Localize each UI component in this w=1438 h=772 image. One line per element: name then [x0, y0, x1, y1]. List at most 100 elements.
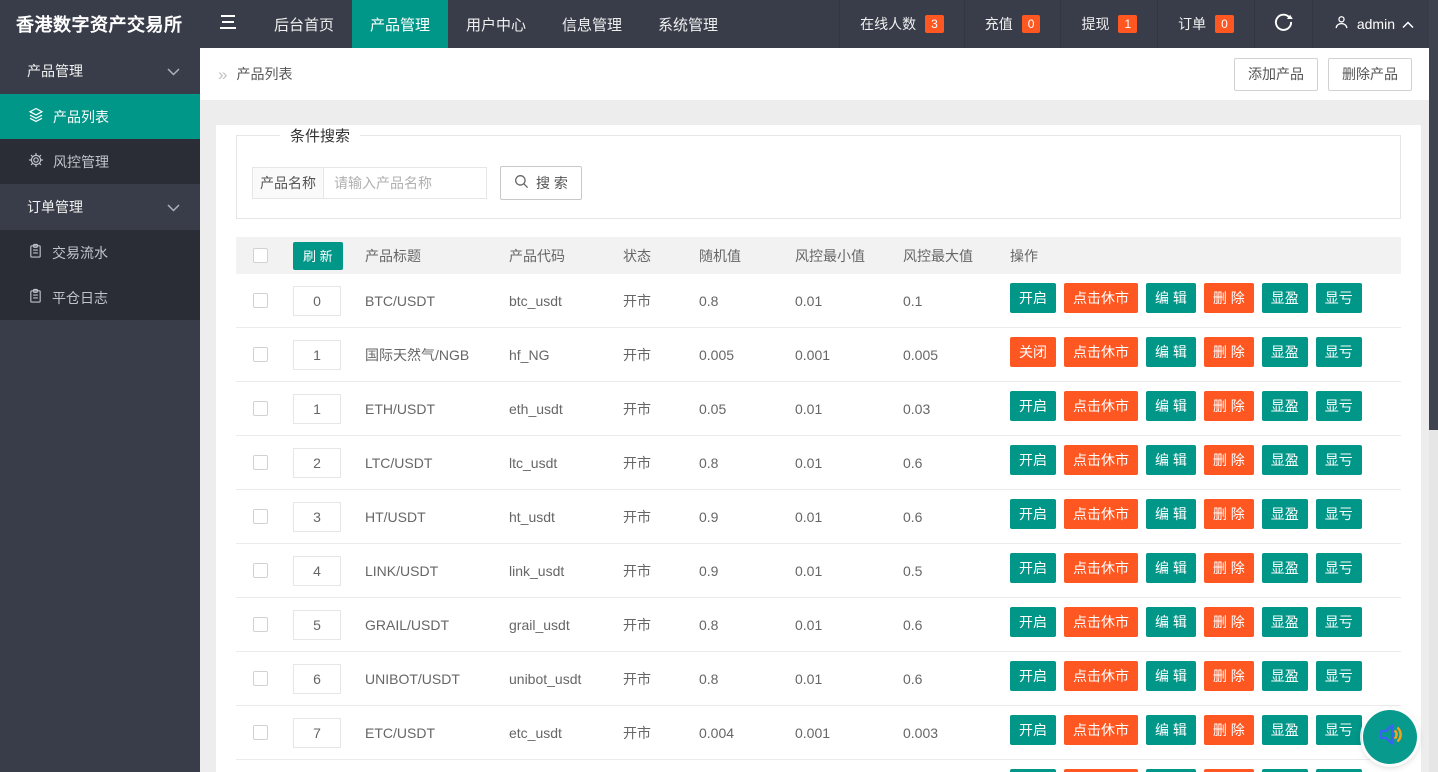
pause-market-button[interactable]: 点击休市 [1064, 607, 1138, 637]
product-name-input[interactable] [324, 167, 487, 199]
show-loss-button[interactable]: 显亏 [1316, 607, 1362, 637]
edit-button[interactable]: 编 辑 [1146, 607, 1196, 637]
delete-button[interactable]: 删 除 [1204, 499, 1254, 529]
row-checkbox[interactable] [253, 293, 268, 308]
show-profit-button[interactable]: 显盈 [1262, 499, 1308, 529]
scrollbar-thumb[interactable] [1429, 0, 1438, 430]
delete-button[interactable]: 删 除 [1204, 445, 1254, 475]
show-profit-button[interactable]: 显盈 [1262, 337, 1308, 367]
row-checkbox[interactable] [253, 617, 268, 632]
toggle-open-close-button[interactable]: 开启 [1010, 445, 1056, 475]
delete-product-button[interactable]: 删除产品 [1328, 58, 1412, 91]
sidebar-item-risk-control[interactable]: 风控管理 [0, 139, 200, 184]
sort-order-input[interactable] [293, 664, 341, 694]
show-profit-button[interactable]: 显盈 [1262, 391, 1308, 421]
pause-market-button[interactable]: 点击休市 [1064, 769, 1138, 772]
show-loss-button[interactable]: 显亏 [1316, 553, 1362, 583]
sort-order-input[interactable] [293, 394, 341, 424]
pause-market-button[interactable]: 点击休市 [1064, 391, 1138, 421]
edit-button[interactable]: 编 辑 [1146, 715, 1196, 745]
show-loss-button[interactable]: 显亏 [1316, 337, 1362, 367]
edit-button[interactable]: 编 辑 [1146, 283, 1196, 313]
row-checkbox[interactable] [253, 347, 268, 362]
delete-button[interactable]: 删 除 [1204, 337, 1254, 367]
edit-button[interactable]: 编 辑 [1146, 337, 1196, 367]
show-profit-button[interactable]: 显盈 [1262, 661, 1308, 691]
show-profit-button[interactable]: 显盈 [1262, 715, 1308, 745]
row-checkbox[interactable] [253, 509, 268, 524]
delete-button[interactable]: 删 除 [1204, 715, 1254, 745]
refresh-button[interactable] [1254, 0, 1312, 48]
show-loss-button[interactable]: 显亏 [1316, 391, 1362, 421]
sidebar-toggle-button[interactable] [200, 0, 256, 48]
sidebar-item-product-list[interactable]: 产品列表 [0, 94, 200, 139]
user-menu[interactable]: admin [1312, 0, 1438, 48]
edit-button[interactable]: 编 辑 [1146, 769, 1196, 772]
pause-market-button[interactable]: 点击休市 [1064, 337, 1138, 367]
edit-button[interactable]: 编 辑 [1146, 661, 1196, 691]
pause-market-button[interactable]: 点击休市 [1064, 499, 1138, 529]
sidebar-group-products[interactable]: 产品管理 [0, 48, 200, 94]
toggle-open-close-button[interactable]: 关闭 [1010, 337, 1056, 367]
sidebar-item-close-log[interactable]: 平仓日志 [0, 275, 200, 320]
sort-order-input[interactable] [293, 448, 341, 478]
show-loss-button[interactable]: 显亏 [1316, 445, 1362, 475]
stat-online-users[interactable]: 在线人数 3 [839, 0, 964, 48]
sort-order-input[interactable] [293, 718, 341, 748]
delete-button[interactable]: 删 除 [1204, 769, 1254, 772]
show-loss-button[interactable]: 显亏 [1316, 499, 1362, 529]
edit-button[interactable]: 编 辑 [1146, 499, 1196, 529]
toggle-open-close-button[interactable]: 开启 [1010, 661, 1056, 691]
pause-market-button[interactable]: 点击休市 [1064, 661, 1138, 691]
pause-market-button[interactable]: 点击休市 [1064, 715, 1138, 745]
toggle-open-close-button[interactable]: 开启 [1010, 283, 1056, 313]
add-product-button[interactable]: 添加产品 [1234, 58, 1318, 91]
toggle-open-close-button[interactable]: 开启 [1010, 391, 1056, 421]
toggle-open-close-button[interactable]: 开启 [1010, 769, 1056, 772]
row-checkbox[interactable] [253, 401, 268, 416]
sort-order-input[interactable] [293, 340, 341, 370]
sort-order-input[interactable] [293, 556, 341, 586]
row-checkbox[interactable] [253, 725, 268, 740]
delete-button[interactable]: 删 除 [1204, 607, 1254, 637]
nav-item-users[interactable]: 用户中心 [448, 0, 544, 48]
show-profit-button[interactable]: 显盈 [1262, 769, 1308, 772]
pause-market-button[interactable]: 点击休市 [1064, 283, 1138, 313]
announcement-widget[interactable] [1363, 710, 1417, 764]
show-loss-button[interactable]: 显亏 [1316, 769, 1362, 772]
select-all-checkbox[interactable] [253, 248, 268, 263]
show-profit-button[interactable]: 显盈 [1262, 553, 1308, 583]
toggle-open-close-button[interactable]: 开启 [1010, 553, 1056, 583]
sort-order-input[interactable] [293, 610, 341, 640]
show-profit-button[interactable]: 显盈 [1262, 283, 1308, 313]
delete-button[interactable]: 删 除 [1204, 283, 1254, 313]
show-profit-button[interactable]: 显盈 [1262, 607, 1308, 637]
toggle-open-close-button[interactable]: 开启 [1010, 607, 1056, 637]
nav-item-system[interactable]: 系统管理 [640, 0, 736, 48]
edit-button[interactable]: 编 辑 [1146, 553, 1196, 583]
sort-order-input[interactable] [293, 286, 341, 316]
delete-button[interactable]: 删 除 [1204, 553, 1254, 583]
sidebar-item-transactions[interactable]: 交易流水 [0, 230, 200, 275]
show-loss-button[interactable]: 显亏 [1316, 715, 1362, 745]
row-checkbox[interactable] [253, 563, 268, 578]
nav-item-products[interactable]: 产品管理 [352, 0, 448, 48]
nav-item-dashboard[interactable]: 后台首页 [256, 0, 352, 48]
row-checkbox[interactable] [253, 671, 268, 686]
sidebar-group-orders[interactable]: 订单管理 [0, 184, 200, 230]
toggle-open-close-button[interactable]: 开启 [1010, 499, 1056, 529]
toggle-open-close-button[interactable]: 开启 [1010, 715, 1056, 745]
row-checkbox[interactable] [253, 455, 268, 470]
stat-recharge[interactable]: 充值 0 [964, 0, 1061, 48]
show-profit-button[interactable]: 显盈 [1262, 445, 1308, 475]
show-loss-button[interactable]: 显亏 [1316, 661, 1362, 691]
stat-withdraw[interactable]: 提现 1 [1060, 0, 1157, 48]
pause-market-button[interactable]: 点击休市 [1064, 445, 1138, 475]
edit-button[interactable]: 编 辑 [1146, 445, 1196, 475]
search-button[interactable]: 搜 索 [500, 166, 582, 200]
show-loss-button[interactable]: 显亏 [1316, 283, 1362, 313]
delete-button[interactable]: 删 除 [1204, 391, 1254, 421]
edit-button[interactable]: 编 辑 [1146, 391, 1196, 421]
stat-orders[interactable]: 订单 0 [1157, 0, 1254, 48]
pause-market-button[interactable]: 点击休市 [1064, 553, 1138, 583]
